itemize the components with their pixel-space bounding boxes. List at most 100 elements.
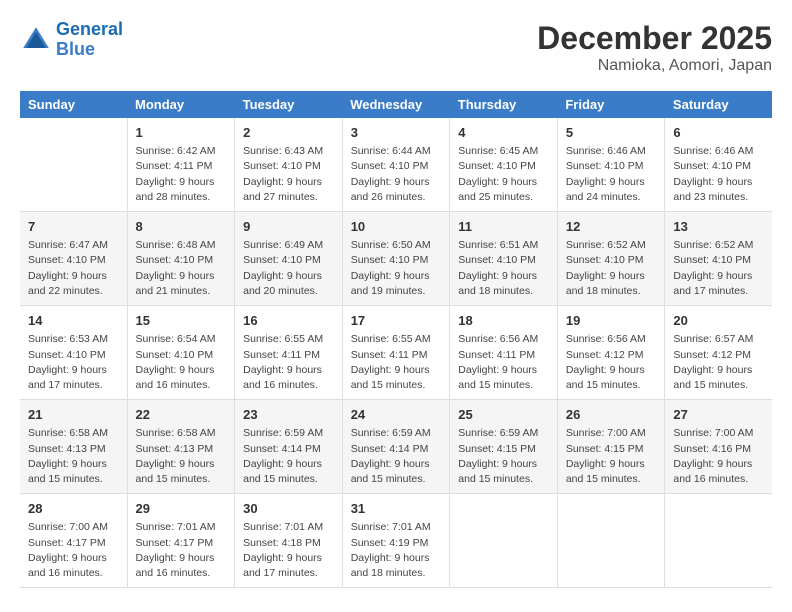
calendar-cell: 7 Sunrise: 6:47 AMSunset: 4:10 PMDaylight…	[20, 212, 127, 306]
calendar-cell: 6 Sunrise: 6:46 AMSunset: 4:10 PMDaylight…	[665, 118, 772, 212]
week-row-4: 28 Sunrise: 7:00 AMSunset: 4:17 PMDayligh…	[20, 494, 772, 588]
cell-content: Sunrise: 7:00 AMSunset: 4:16 PMDaylight:…	[673, 426, 764, 487]
cell-content: Sunrise: 6:47 AMSunset: 4:10 PMDaylight:…	[28, 238, 119, 299]
calendar-cell: 16 Sunrise: 6:55 AMSunset: 4:11 PMDayligh…	[235, 306, 343, 400]
cell-content: Sunrise: 6:55 AMSunset: 4:11 PMDaylight:…	[351, 332, 442, 393]
calendar-cell: 4Sunrise: 6:45 AMSunset: 4:10 PMDaylight…	[450, 118, 558, 212]
cell-content: Sunrise: 7:01 AMSunset: 4:18 PMDaylight:…	[243, 520, 334, 581]
calendar-cell: 20 Sunrise: 6:57 AMSunset: 4:12 PMDayligh…	[665, 306, 772, 400]
logo: General Blue	[20, 20, 123, 60]
day-number: 1	[136, 124, 227, 142]
cell-content: Sunrise: 6:52 AMSunset: 4:10 PMDaylight:…	[566, 238, 657, 299]
cell-content: Sunrise: 6:44 AMSunset: 4:10 PMDaylight:…	[351, 144, 442, 205]
cell-content: Sunrise: 6:55 AMSunset: 4:11 PMDaylight:…	[243, 332, 334, 393]
day-number: 7	[28, 218, 119, 236]
day-number: 26	[566, 406, 657, 424]
day-number: 12	[566, 218, 657, 236]
day-number: 30	[243, 500, 334, 518]
day-number: 13	[673, 218, 764, 236]
calendar-cell: 23 Sunrise: 6:59 AMSunset: 4:14 PMDayligh…	[235, 400, 343, 494]
cell-content: Sunrise: 6:59 AMSunset: 4:14 PMDaylight:…	[243, 426, 334, 487]
cell-content: Sunrise: 6:54 AMSunset: 4:10 PMDaylight:…	[136, 332, 227, 393]
header-sunday: Sunday	[20, 91, 127, 118]
week-row-2: 14Sunrise: 6:53 AMSunset: 4:10 PMDayligh…	[20, 306, 772, 400]
cell-content: Sunrise: 7:01 AMSunset: 4:19 PMDaylight:…	[351, 520, 442, 581]
cell-content: Sunrise: 6:43 AMSunset: 4:10 PMDaylight:…	[243, 144, 334, 205]
cell-content: Sunrise: 6:49 AMSunset: 4:10 PMDaylight:…	[243, 238, 334, 299]
calendar-cell: 17 Sunrise: 6:55 AMSunset: 4:11 PMDayligh…	[342, 306, 450, 400]
calendar-cell: 19 Sunrise: 6:56 AMSunset: 4:12 PMDayligh…	[557, 306, 665, 400]
cell-content: Sunrise: 6:53 AMSunset: 4:10 PMDaylight:…	[28, 332, 119, 393]
calendar-cell: 10Sunrise: 6:50 AMSunset: 4:10 PMDayligh…	[342, 212, 450, 306]
day-number: 6	[673, 124, 764, 142]
day-number: 4	[458, 124, 549, 142]
day-number: 27	[673, 406, 764, 424]
logo-text: General Blue	[56, 20, 123, 60]
cell-content: Sunrise: 7:01 AMSunset: 4:17 PMDaylight:…	[136, 520, 227, 581]
cell-content: Sunrise: 6:57 AMSunset: 4:12 PMDaylight:…	[673, 332, 764, 393]
header-friday: Friday	[557, 91, 665, 118]
calendar-header-row: SundayMondayTuesdayWednesdayThursdayFrid…	[20, 91, 772, 118]
day-number: 24	[351, 406, 442, 424]
week-row-0: 1Sunrise: 6:42 AMSunset: 4:11 PMDaylight…	[20, 118, 772, 212]
calendar-cell: 31 Sunrise: 7:01 AMSunset: 4:19 PMDayligh…	[342, 494, 450, 588]
cell-content: Sunrise: 6:46 AMSunset: 4:10 PMDaylight:…	[673, 144, 764, 205]
cell-content: Sunrise: 6:58 AMSunset: 4:13 PMDaylight:…	[28, 426, 119, 487]
page-header: General Blue December 2025 Namioka, Aomo…	[20, 20, 772, 75]
calendar-cell: 28 Sunrise: 7:00 AMSunset: 4:17 PMDayligh…	[20, 494, 127, 588]
day-number: 18	[458, 312, 549, 330]
calendar-cell: 9 Sunrise: 6:49 AMSunset: 4:10 PMDaylight…	[235, 212, 343, 306]
calendar-cell: 18 Sunrise: 6:56 AMSunset: 4:11 PMDayligh…	[450, 306, 558, 400]
day-number: 15	[136, 312, 227, 330]
calendar-cell: 30 Sunrise: 7:01 AMSunset: 4:18 PMDayligh…	[235, 494, 343, 588]
cell-content: Sunrise: 6:50 AMSunset: 4:10 PMDaylight:…	[351, 238, 442, 299]
calendar-cell: 21Sunrise: 6:58 AMSunset: 4:13 PMDayligh…	[20, 400, 127, 494]
header-wednesday: Wednesday	[342, 91, 450, 118]
calendar-cell	[20, 118, 127, 212]
calendar-cell: 15 Sunrise: 6:54 AMSunset: 4:10 PMDayligh…	[127, 306, 235, 400]
day-number: 20	[673, 312, 764, 330]
calendar-cell: 29 Sunrise: 7:01 AMSunset: 4:17 PMDayligh…	[127, 494, 235, 588]
cell-content: Sunrise: 6:58 AMSunset: 4:13 PMDaylight:…	[136, 426, 227, 487]
day-number: 8	[136, 218, 227, 236]
calendar-cell: 12 Sunrise: 6:52 AMSunset: 4:10 PMDayligh…	[557, 212, 665, 306]
day-number: 25	[458, 406, 549, 424]
day-number: 31	[351, 500, 442, 518]
day-number: 9	[243, 218, 334, 236]
cell-content: Sunrise: 6:56 AMSunset: 4:12 PMDaylight:…	[566, 332, 657, 393]
cell-content: Sunrise: 7:00 AMSunset: 4:15 PMDaylight:…	[566, 426, 657, 487]
day-number: 29	[136, 500, 227, 518]
calendar-table: SundayMondayTuesdayWednesdayThursdayFrid…	[20, 91, 772, 588]
calendar-cell: 24 Sunrise: 6:59 AMSunset: 4:14 PMDayligh…	[342, 400, 450, 494]
calendar-cell: 22Sunrise: 6:58 AMSunset: 4:13 PMDayligh…	[127, 400, 235, 494]
header-thursday: Thursday	[450, 91, 558, 118]
week-row-1: 7 Sunrise: 6:47 AMSunset: 4:10 PMDaylight…	[20, 212, 772, 306]
calendar-cell: 5Sunrise: 6:46 AMSunset: 4:10 PMDaylight…	[557, 118, 665, 212]
cell-content: Sunrise: 6:48 AMSunset: 4:10 PMDaylight:…	[136, 238, 227, 299]
day-number: 16	[243, 312, 334, 330]
day-number: 19	[566, 312, 657, 330]
cell-content: Sunrise: 6:52 AMSunset: 4:10 PMDaylight:…	[673, 238, 764, 299]
cell-content: Sunrise: 6:46 AMSunset: 4:10 PMDaylight:…	[566, 144, 657, 205]
calendar-cell: 27 Sunrise: 7:00 AMSunset: 4:16 PMDayligh…	[665, 400, 772, 494]
day-number: 2	[243, 124, 334, 142]
day-number: 11	[458, 218, 549, 236]
day-number: 23	[243, 406, 334, 424]
header-monday: Monday	[127, 91, 235, 118]
day-number: 3	[351, 124, 442, 142]
logo-line2: Blue	[56, 39, 95, 59]
calendar-subtitle: Namioka, Aomori, Japan	[537, 57, 772, 75]
title-block: December 2025 Namioka, Aomori, Japan	[537, 20, 772, 75]
calendar-cell: 26 Sunrise: 7:00 AMSunset: 4:15 PMDayligh…	[557, 400, 665, 494]
day-number: 28	[28, 500, 119, 518]
cell-content: Sunrise: 7:00 AMSunset: 4:17 PMDaylight:…	[28, 520, 119, 581]
calendar-cell: 3 Sunrise: 6:44 AMSunset: 4:10 PMDaylight…	[342, 118, 450, 212]
week-row-3: 21Sunrise: 6:58 AMSunset: 4:13 PMDayligh…	[20, 400, 772, 494]
calendar-cell: 8 Sunrise: 6:48 AMSunset: 4:10 PMDaylight…	[127, 212, 235, 306]
cell-content: Sunrise: 6:56 AMSunset: 4:11 PMDaylight:…	[458, 332, 549, 393]
header-tuesday: Tuesday	[235, 91, 343, 118]
calendar-cell	[450, 494, 558, 588]
cell-content: Sunrise: 6:59 AMSunset: 4:14 PMDaylight:…	[351, 426, 442, 487]
cell-content: Sunrise: 6:59 AMSunset: 4:15 PMDaylight:…	[458, 426, 549, 487]
day-number: 17	[351, 312, 442, 330]
